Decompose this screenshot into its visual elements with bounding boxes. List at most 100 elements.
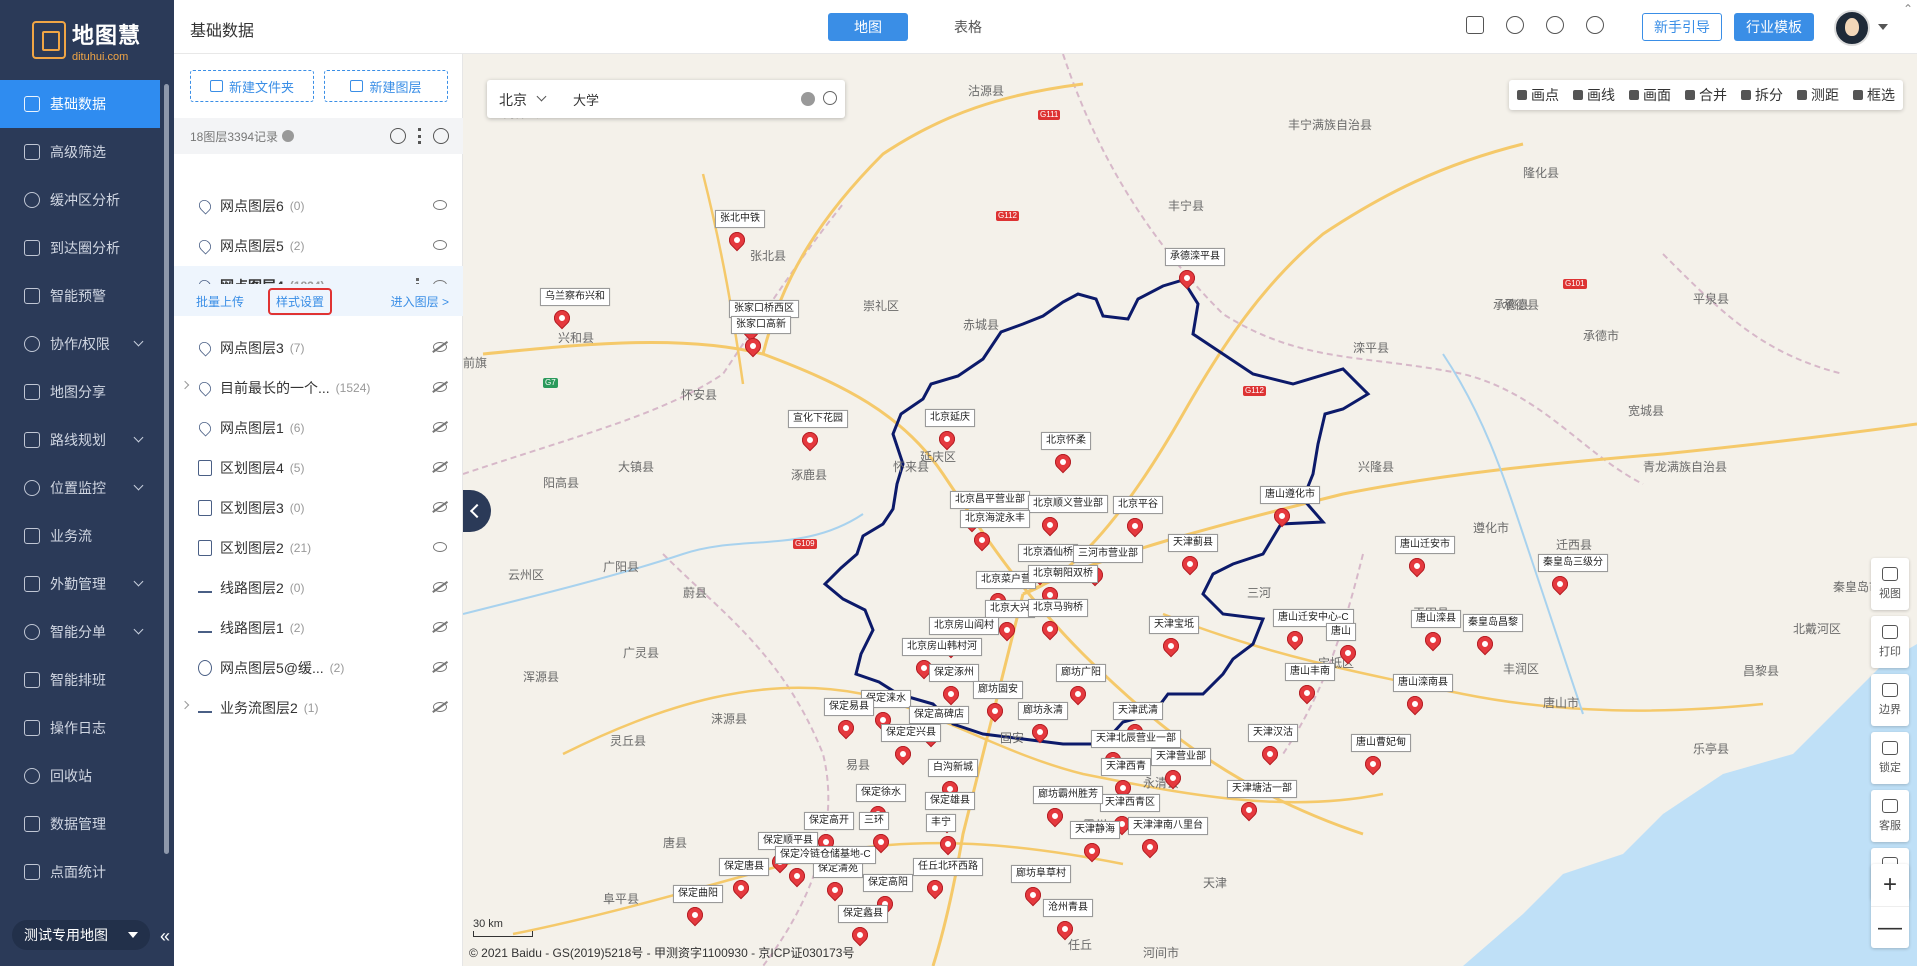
sidebar-item-10[interactable]: 外勤管理 — [0, 560, 160, 608]
sidebar-item-13[interactable]: 操作日志 — [0, 704, 160, 752]
zoom-in-button[interactable]: + — [1871, 864, 1909, 906]
marker-label[interactable]: 张北中铁 — [715, 210, 765, 228]
new-folder-button[interactable]: 新建文件夹 — [190, 70, 314, 102]
sidebar-item-16[interactable]: 点面统计 — [0, 848, 160, 896]
eye-off-icon[interactable] — [433, 422, 447, 432]
search-icon[interactable] — [823, 91, 837, 105]
marker-label[interactable]: 保定易县 — [824, 698, 874, 716]
industry-template-button[interactable]: 行业模板 — [1734, 13, 1814, 41]
sidebar-item-14[interactable]: 回收站 — [0, 752, 160, 800]
sidebar-item-15[interactable]: 数据管理 — [0, 800, 160, 848]
map-selector[interactable]: 测试专用地图 — [12, 920, 150, 950]
marker-label[interactable]: 天津西青 — [1101, 758, 1151, 776]
sidebar-item-11[interactable]: 智能分单 — [0, 608, 160, 656]
chevron-right-icon[interactable] — [180, 380, 190, 390]
marker-label[interactable]: 唐山曹妃甸 — [1351, 734, 1411, 752]
marker-label[interactable]: 唐山丰南 — [1285, 663, 1335, 681]
sidebar-item-8[interactable]: 位置监控 — [0, 464, 160, 512]
marker-label[interactable]: 天津西青区 — [1100, 794, 1160, 812]
marker-label[interactable]: 廊坊霸州胜芳 — [1033, 786, 1103, 804]
style-settings-button[interactable]: 样式设置 — [268, 288, 333, 315]
marker-label[interactable]: 北京房山阎村 — [929, 617, 999, 635]
sidebar-item-3[interactable]: 到达圈分析 — [0, 224, 160, 272]
sidebar-item-5[interactable]: 协作/权限 — [0, 320, 160, 368]
eye-off-icon[interactable] — [433, 702, 447, 712]
draw-tool-0[interactable]: 画点 — [1517, 85, 1559, 105]
draw-tool-5[interactable]: 测距 — [1797, 85, 1839, 105]
avatar[interactable] — [1834, 10, 1870, 46]
marker-label[interactable]: 北京延庆 — [925, 409, 975, 427]
marker-label[interactable]: 北京顺义营业部 — [1028, 495, 1108, 513]
layer-row[interactable]: 目前最长的一个... (1524) — [174, 368, 463, 408]
marker-label[interactable]: 唐山迁安市 — [1395, 536, 1455, 554]
eye-off-icon[interactable] — [433, 582, 447, 592]
marker-label[interactable]: 乌兰察布兴和 — [540, 288, 610, 306]
marker-label[interactable]: 天津静海 — [1070, 821, 1120, 839]
guide-button[interactable]: 新手引导 — [1642, 13, 1722, 41]
map-tool-4[interactable]: 客服 — [1871, 790, 1909, 842]
info-icon[interactable] — [282, 130, 295, 142]
marker-label[interactable]: 天津宝坻 — [1149, 616, 1199, 634]
sidebar-item-9[interactable]: 业务流 — [0, 512, 160, 560]
marker-label[interactable]: 北京海淀永丰 — [960, 510, 1030, 528]
marker-label[interactable]: 北京马驹桥 — [1028, 599, 1088, 617]
draw-tool-6[interactable]: 框选 — [1853, 85, 1895, 105]
marker-label[interactable]: 保定雄县 — [925, 792, 975, 810]
tab-map[interactable]: 地图 — [828, 13, 908, 41]
marker-label[interactable]: 唐山滦南县 — [1393, 674, 1453, 692]
sidebar-item-12[interactable]: 智能排班 — [0, 656, 160, 704]
draw-tool-1[interactable]: 画线 — [1573, 85, 1615, 105]
marker-label[interactable]: 承德滦平县 — [1165, 248, 1225, 266]
sidebar-item-1[interactable]: 高级筛选 — [0, 128, 160, 176]
marker-label[interactable]: 廊坊固安 — [973, 681, 1023, 699]
marker-label[interactable]: 保定唐县 — [719, 858, 769, 876]
marker-label[interactable]: 秦皇岛三级分 — [1538, 554, 1608, 572]
eye-off-icon[interactable] — [433, 462, 447, 472]
marker-label[interactable]: 天津津南八里台 — [1128, 817, 1208, 835]
marker-label[interactable]: 北京酒仙桥 — [1018, 544, 1078, 562]
map-tool-3[interactable]: 锁定 — [1871, 732, 1909, 784]
marker-label[interactable]: 北京怀柔 — [1041, 432, 1091, 450]
marker-label[interactable]: 保定涿州 — [929, 664, 979, 682]
layer-row[interactable]: 网点图层6 (0) — [174, 186, 463, 226]
eye-icon[interactable] — [433, 542, 447, 552]
marker-label[interactable]: 廊坊永清 — [1018, 702, 1068, 720]
marker-label[interactable]: 唐山遵化市 — [1260, 486, 1320, 504]
eye-off-icon[interactable] — [433, 342, 447, 352]
layer-row[interactable]: 区划图层3 (0) — [174, 488, 463, 528]
zoom-out-button[interactable]: — — [1871, 906, 1909, 948]
sidebar-item-7[interactable]: 路线规划 — [0, 416, 160, 464]
marker-label[interactable]: 天津武清 — [1113, 702, 1163, 720]
batch-upload-button[interactable]: 批量上传 — [196, 293, 244, 310]
share-icon[interactable] — [1586, 16, 1604, 34]
layer-row[interactable]: 区划图层4 (5) — [174, 448, 463, 488]
marker-label[interactable]: 北京昌平营业部 — [950, 491, 1030, 509]
marker-label[interactable]: 唐山 — [1326, 623, 1356, 641]
new-layer-button[interactable]: 新建图层 — [324, 70, 448, 102]
marker-label[interactable]: 宣化下花园 — [788, 410, 848, 428]
eye-icon[interactable] — [433, 240, 447, 250]
marker-label[interactable]: 天津汉沽 — [1248, 724, 1298, 742]
marker-label[interactable]: 保定曲阳 — [673, 885, 723, 903]
marker-label[interactable]: 天津北辰营业一部 — [1091, 730, 1181, 748]
marker-label[interactable]: 北京房山韩村河 — [902, 638, 982, 656]
marker-label[interactable]: 丰宁 — [926, 814, 956, 832]
marker-label[interactable]: 天津蓟县 — [1168, 534, 1218, 552]
marker-label[interactable]: 北京朝阳双桥 — [1028, 565, 1098, 583]
headset-icon[interactable] — [1506, 16, 1524, 34]
help-icon[interactable] — [1546, 16, 1564, 34]
eye-icon[interactable] — [433, 128, 449, 144]
enter-layer-button[interactable]: 进入图层 > — [391, 293, 449, 310]
sidebar-scrollbar[interactable] — [164, 84, 169, 854]
draw-tool-4[interactable]: 拆分 — [1741, 85, 1783, 105]
marker-label[interactable]: 白沟新城 — [928, 759, 978, 777]
marker-label[interactable]: 保定冷链仓储基地-C — [775, 846, 876, 864]
map-canvas[interactable]: 商都县沽源县丰宁满族自治县隆化县丰宁县张北县承德县崇礼区赤城县滦平县承德市兴和县… — [463, 54, 1917, 966]
eye-off-icon[interactable] — [433, 382, 447, 392]
marker-label[interactable]: 唐山滦县 — [1411, 610, 1461, 628]
layer-row[interactable]: 网点图层5@缓... (2) — [174, 648, 463, 688]
layer-row[interactable]: 网点图层3 (7) — [174, 328, 463, 368]
sidebar-item-2[interactable]: 缓冲区分析 — [0, 176, 160, 224]
draw-tool-3[interactable]: 合并 — [1685, 85, 1727, 105]
logo[interactable]: 地图慧 dituhui.com — [32, 18, 152, 63]
